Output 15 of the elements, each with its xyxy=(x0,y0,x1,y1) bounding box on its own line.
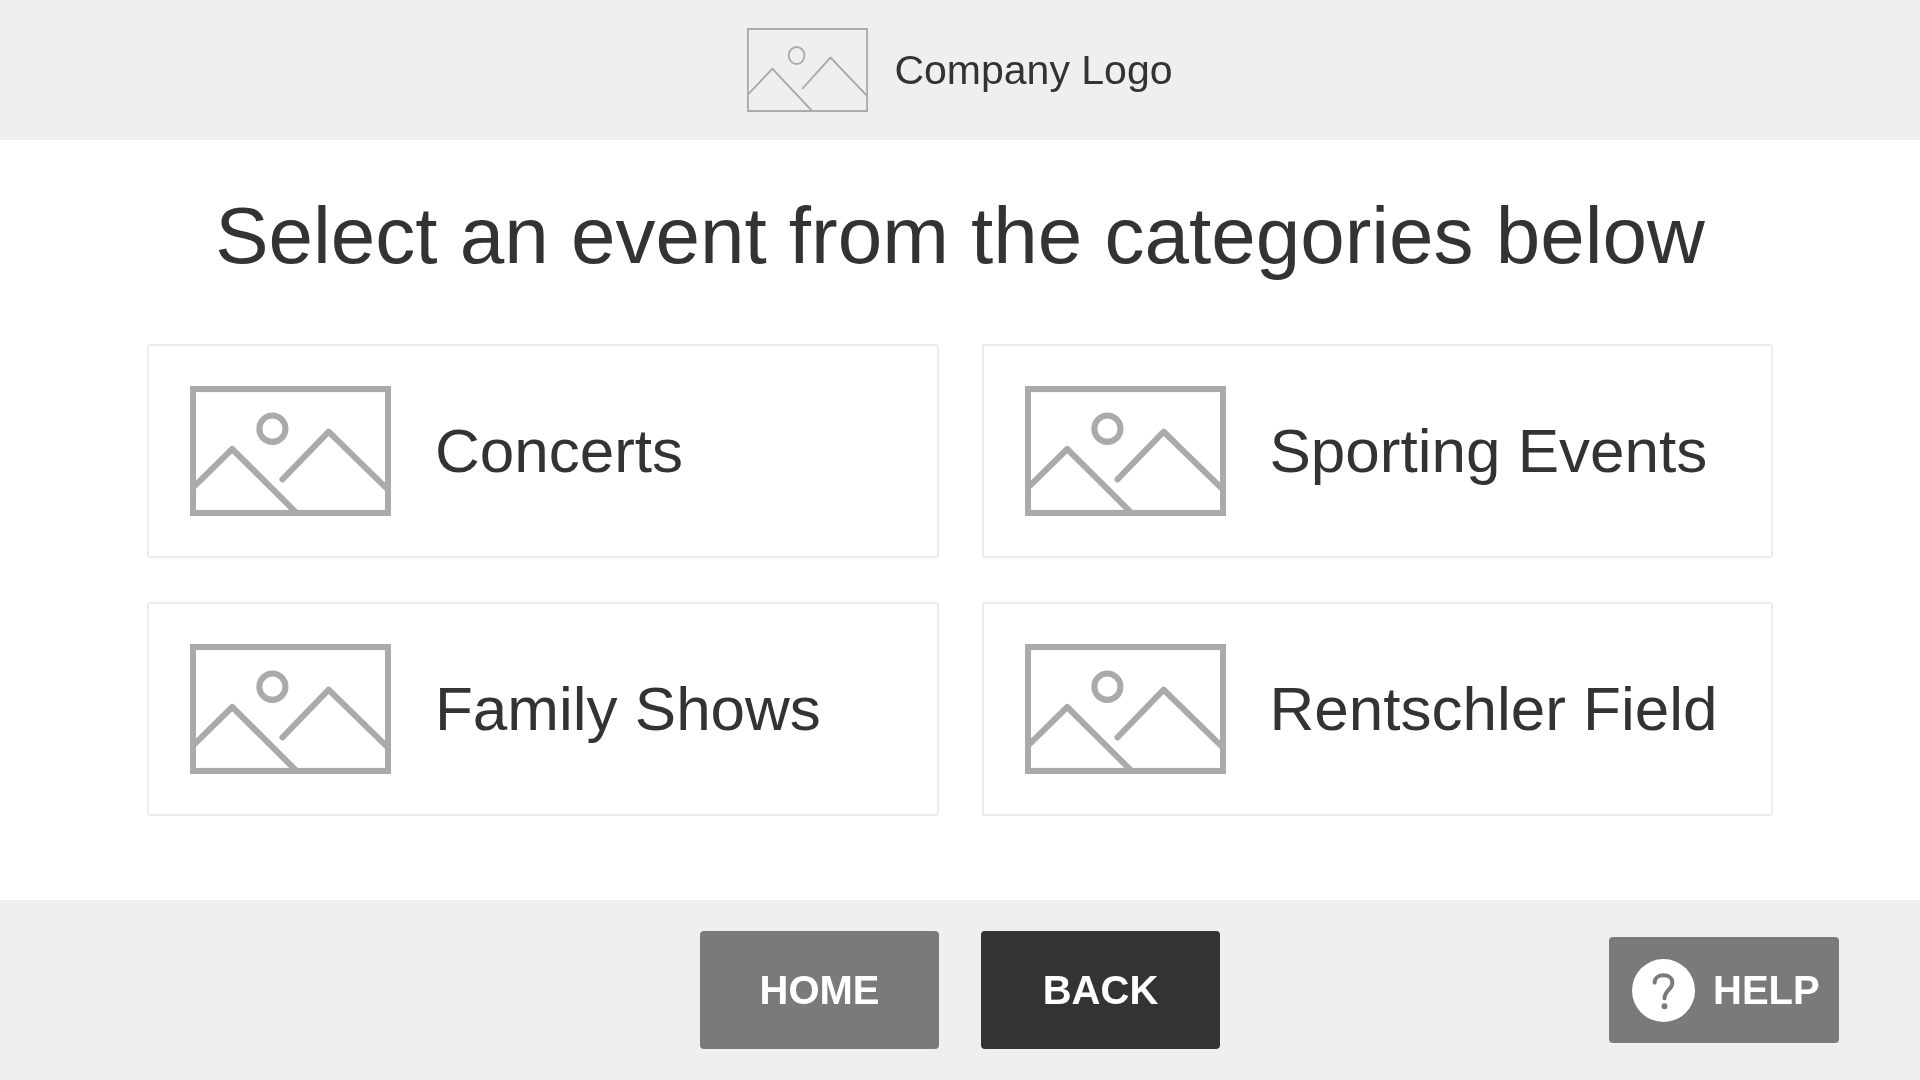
category-card[interactable]: Sporting Events xyxy=(981,344,1773,558)
category-card[interactable]: Concerts xyxy=(147,344,939,558)
image-placeholder-icon xyxy=(1024,644,1226,774)
image-placeholder-icon xyxy=(190,386,391,516)
nav-button[interactable]: BACK xyxy=(981,931,1220,1049)
logo-text: Company Logo xyxy=(894,46,1173,94)
logo-placeholder-icon xyxy=(747,28,869,112)
nav-button[interactable]: HOME xyxy=(700,931,939,1049)
help-icon xyxy=(1632,958,1695,1022)
help-button[interactable]: HELP xyxy=(1609,937,1839,1043)
image-placeholder-icon xyxy=(190,644,391,774)
category-card[interactable]: Rentschler Field xyxy=(981,602,1773,816)
image-placeholder-icon xyxy=(1024,386,1226,516)
category-card[interactable]: Family Shows xyxy=(147,602,939,816)
page-heading: Select an event from the categories below xyxy=(214,190,1706,282)
